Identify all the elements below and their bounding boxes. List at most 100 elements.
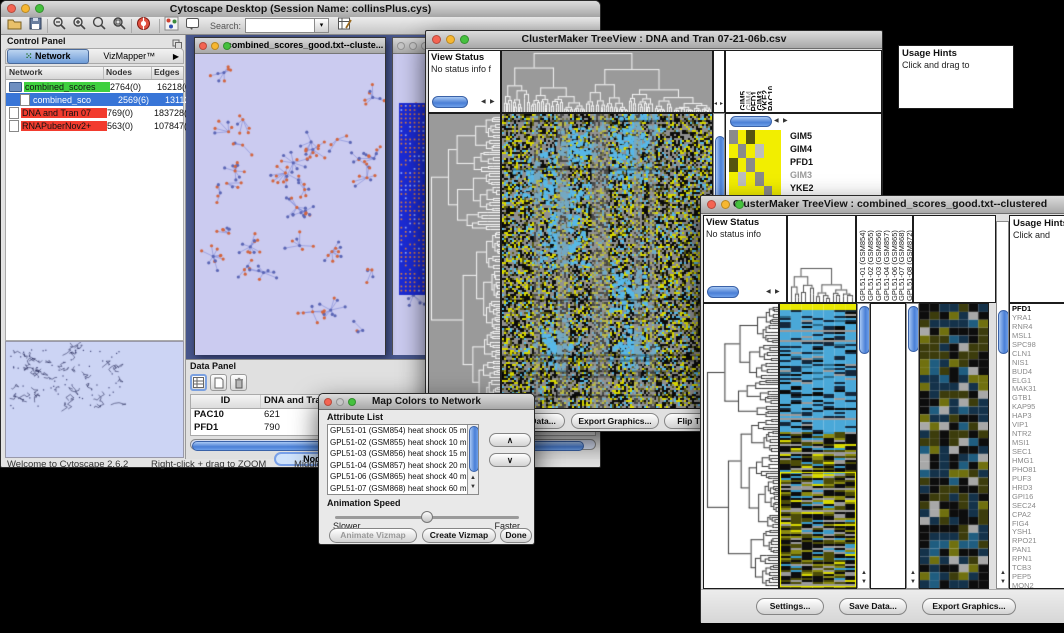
main-titlebar[interactable]: Cytoscape Desktop (Session Name: collins… — [1, 1, 600, 18]
tv2-row-dendrogram-panel[interactable] — [703, 303, 779, 589]
network-row[interactable]: combined_scores2764(0)16218(0) — [6, 80, 183, 93]
scroll-down-icon[interactable]: ▼ — [1000, 579, 1006, 586]
attribute-list-item[interactable]: GPL51-07 (GSM868) heat shock 60 min — [328, 483, 467, 495]
close-button[interactable] — [432, 35, 441, 44]
tv2-row-dendrogram[interactable] — [704, 304, 778, 588]
tab-network[interactable]: ⁙ Network — [7, 49, 89, 64]
help-ring-icon[interactable] — [136, 16, 151, 36]
vscroll-thumb[interactable] — [998, 310, 1009, 354]
vscroll-thumb[interactable] — [908, 306, 919, 352]
tv2-column-dendrogram[interactable] — [788, 216, 855, 302]
minimize-button[interactable] — [21, 4, 30, 13]
attribute-list-item[interactable]: GPL51-03 (GSM856) heat shock 15 min — [328, 448, 467, 460]
zoom-in-icon[interactable] — [72, 16, 87, 36]
close-button[interactable] — [7, 4, 16, 13]
tv2-settings-button[interactable]: Settings... — [756, 598, 824, 615]
create-vizmap-button[interactable]: Create Vizmap — [422, 528, 496, 543]
zoom-button[interactable] — [348, 398, 356, 406]
tv2-gene-scrollbar[interactable]: ▲ ▼ — [996, 221, 1009, 589]
tv2-heatmap-panel[interactable] — [779, 303, 857, 589]
tv2-zoom-heatmap[interactable] — [920, 304, 988, 588]
minimize-button[interactable] — [336, 398, 344, 406]
scroll-right-icon[interactable]: ▸ — [720, 101, 723, 108]
zoom-button[interactable] — [460, 35, 469, 44]
open-session-icon[interactable] — [7, 16, 22, 36]
annotation-icon[interactable] — [185, 16, 200, 36]
zoom-fit-icon[interactable] — [112, 16, 127, 36]
network-canvas-1[interactable] — [195, 54, 385, 355]
scroll-down-icon[interactable]: ▼ — [910, 579, 916, 586]
save-session-icon[interactable] — [28, 16, 43, 36]
tv1-column-dendrogram[interactable] — [502, 51, 712, 112]
scroll-up-icon[interactable]: ▲ — [470, 475, 476, 482]
treeview1-titlebar[interactable]: ClusterMaker TreeView : DNA and Tran 07-… — [426, 31, 882, 49]
move-up-button[interactable]: ∧ — [489, 433, 531, 447]
tv1-status-scroll-thumb[interactable] — [432, 96, 468, 108]
scroll-up-icon[interactable]: ▲ — [910, 570, 916, 577]
attribute-list-scrollbar[interactable]: ▲ ▼ — [467, 425, 478, 494]
scroll-right-icon[interactable]: ▶ — [783, 118, 788, 125]
tv1-column-dendrogram-panel[interactable] — [501, 50, 713, 113]
move-down-button[interactable]: ∨ — [489, 453, 531, 467]
network-row[interactable]: RNAPuberNov2+563(0)107847(0) — [6, 119, 183, 132]
table-edit-icon[interactable] — [337, 16, 352, 36]
network-row[interactable]: DNA and Tran 07769(0)183728(0) — [6, 106, 183, 119]
treeview2-titlebar[interactable]: ClusterMaker TreeView : combined_scores_… — [701, 196, 1064, 214]
animation-speed-slider[interactable] — [335, 516, 519, 519]
vscroll-thumb[interactable] — [469, 426, 479, 472]
tv2-status-scroll-thumb[interactable] — [707, 286, 739, 298]
network-row[interactable]: combined_sco2569(6)13112(15) — [6, 93, 183, 106]
slider-thumb[interactable] — [421, 511, 433, 523]
tv1-row-dendrogram-panel[interactable] — [428, 113, 501, 409]
tv1-export-graphics-button[interactable]: Export Graphics... — [571, 413, 659, 429]
close-button[interactable] — [199, 42, 207, 50]
zoom-button[interactable] — [735, 200, 744, 209]
zoom-out-icon[interactable] — [52, 16, 67, 36]
animate-vizmap-button[interactable]: Animate Vizmap — [329, 528, 417, 543]
scroll-left-icon[interactable]: ◀ — [481, 99, 486, 106]
scroll-left-icon[interactable]: ◂ — [714, 101, 717, 108]
done-button[interactable]: Done — [500, 528, 532, 543]
search-input[interactable] — [245, 18, 315, 33]
minimize-button[interactable] — [211, 42, 219, 50]
scroll-left-icon[interactable]: ◀ — [774, 118, 779, 125]
scroll-up-icon[interactable]: ▲ — [1000, 570, 1006, 577]
scroll-left-icon[interactable]: ◀ — [766, 289, 771, 296]
col-nodes[interactable]: Nodes — [104, 67, 152, 79]
grid-view-icon[interactable] — [190, 374, 207, 391]
vscroll-thumb[interactable] — [859, 306, 870, 354]
scroll-right-icon[interactable]: ▶ — [490, 99, 495, 106]
scroll-up-icon[interactable]: ▲ — [861, 570, 867, 577]
col-network[interactable]: Network — [6, 67, 104, 79]
attribute-list-item[interactable]: GPL51-02 (GSM855) heat shock 10 min — [328, 437, 467, 449]
minimize-button[interactable] — [409, 42, 417, 50]
tv2-save-data-button[interactable]: Save Data... — [839, 598, 907, 615]
tv2-global-heatmap[interactable] — [780, 304, 856, 588]
minimize-button[interactable] — [446, 35, 455, 44]
zoom-button[interactable] — [223, 42, 231, 50]
close-button[interactable] — [707, 200, 716, 209]
zoom-selected-icon[interactable] — [92, 16, 107, 36]
tv2-zoom-left-scrollbar[interactable]: ▲ ▼ — [906, 303, 919, 589]
network-view-1-titlebar[interactable]: combined_scores_good.txt--cluste... — [195, 38, 385, 54]
close-button[interactable] — [397, 42, 405, 50]
tv2-vscrollbar[interactable]: ▲ ▼ — [857, 303, 870, 589]
tv1-global-heatmap[interactable] — [502, 114, 712, 408]
tv1-heatmap-panel[interactable] — [501, 113, 713, 409]
tv2-zoom-heatmap-panel[interactable] — [919, 303, 989, 589]
attribute-list-item[interactable]: GPL51-01 (GSM854) heat shock 05 min — [328, 425, 467, 437]
scroll-down-icon[interactable]: ▼ — [861, 579, 867, 586]
tab-vizmapper[interactable]: VizMapper™ — [90, 50, 170, 63]
tv1-row-dendrogram[interactable] — [429, 114, 500, 408]
attribute-list-item[interactable]: GPL51-06 (GSM865) heat shock 40 min — [328, 471, 467, 483]
new-attribute-icon[interactable] — [210, 374, 227, 391]
delete-attribute-icon[interactable] — [230, 374, 247, 391]
minimize-button[interactable] — [721, 200, 730, 209]
network-overview-panel[interactable] — [5, 341, 184, 458]
col-edges[interactable]: Edges — [152, 67, 180, 79]
scroll-down-icon[interactable]: ▼ — [470, 484, 476, 491]
attribute-list-item[interactable]: GPL51-04 (GSM857) heat shock 20 min — [328, 460, 467, 472]
tv2-column-dendrogram-panel[interactable] — [787, 215, 856, 303]
tv1-zoom-hscroll-thumb[interactable] — [730, 116, 772, 127]
data-col-id[interactable]: ID — [191, 395, 261, 408]
